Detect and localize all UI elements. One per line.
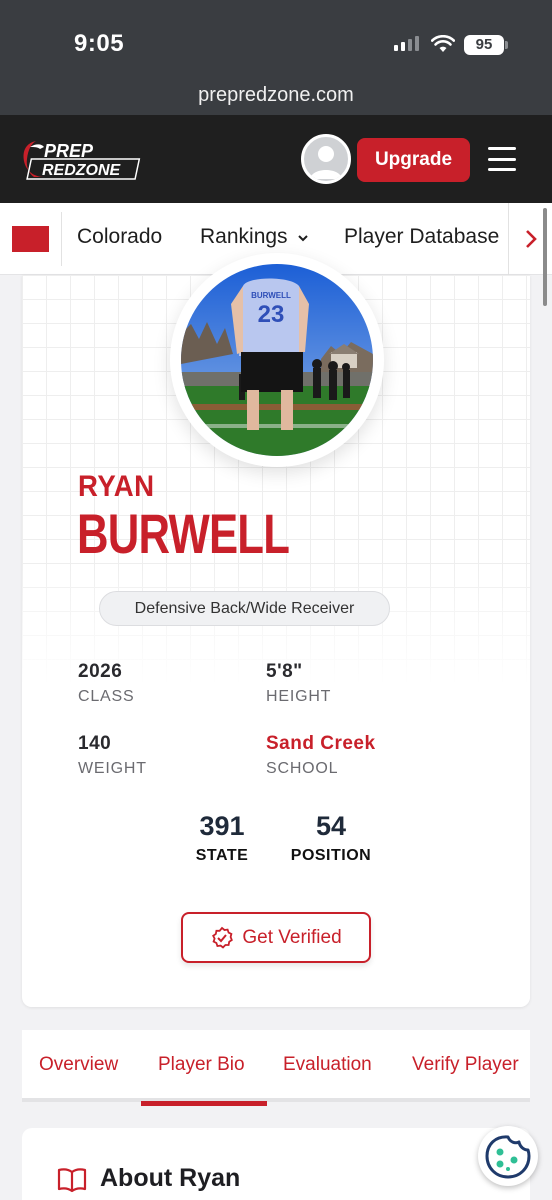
- svg-text:REDZONE: REDZONE: [42, 162, 122, 179]
- stat-height-value: 5'8": [266, 661, 303, 682]
- player-photo: BURWELL 23: [181, 264, 373, 456]
- chevron-right-icon: [525, 230, 537, 248]
- get-verified-button[interactable]: Get Verified: [181, 912, 371, 963]
- nav-item-label: Rankings: [200, 225, 288, 248]
- position-rank-label: POSITION: [290, 847, 372, 864]
- stat-weight-label: WEIGHT: [78, 760, 147, 777]
- tab-verify-player[interactable]: Verify Player: [412, 1054, 519, 1076]
- cookie-icon: [485, 1135, 531, 1179]
- hamburger-menu-icon[interactable]: [488, 147, 516, 171]
- player-last-name: BURWELL: [77, 502, 290, 565]
- tab-overview[interactable]: Overview: [39, 1054, 118, 1076]
- stat-class-label: CLASS: [78, 688, 135, 705]
- stat-height-label: HEIGHT: [266, 688, 332, 705]
- get-verified-label: Get Verified: [242, 926, 342, 948]
- prep-redzone-logo[interactable]: PREP REDZONE: [22, 137, 146, 181]
- book-icon: [57, 1168, 87, 1193]
- clock: 9:05: [74, 30, 125, 57]
- status-bar: 9:05 95 prepredzone.com: [0, 0, 552, 115]
- user-silhouette-icon: [310, 146, 342, 179]
- player-first-name: RYAN: [78, 470, 155, 503]
- position-badge: Defensive Back/Wide Receiver: [99, 591, 390, 626]
- stat-class-value: 2026: [78, 661, 123, 682]
- chevron-down-icon: [298, 235, 309, 242]
- upgrade-button[interactable]: Upgrade: [357, 138, 470, 182]
- position-rank-value: 54: [315, 811, 347, 841]
- svg-text:PREP: PREP: [44, 141, 94, 161]
- divider: [61, 212, 62, 266]
- svg-text:23: 23: [258, 301, 285, 328]
- nav-item-colorado[interactable]: Colorado: [77, 225, 162, 249]
- verified-badge-icon: [212, 926, 234, 949]
- address-bar[interactable]: prepredzone.com: [0, 84, 552, 107]
- wifi-icon: [431, 35, 455, 52]
- user-avatar[interactable]: [301, 134, 351, 184]
- state-rank-label: STATE: [195, 847, 249, 864]
- cookie-settings-button[interactable]: [478, 1126, 538, 1186]
- tab-evaluation[interactable]: Evaluation: [283, 1054, 372, 1076]
- school-link[interactable]: Sand Creek: [266, 733, 376, 755]
- active-tab-indicator: [141, 1101, 267, 1106]
- stat-school-label: SCHOOL: [266, 760, 339, 777]
- nav-item-player-database[interactable]: Player Database: [344, 225, 499, 249]
- colorado-flag-icon[interactable]: [12, 226, 49, 252]
- about-heading: About Ryan: [100, 1164, 241, 1192]
- stat-weight-value: 140: [78, 733, 112, 754]
- cellular-signal-icon: [394, 36, 419, 51]
- page-scrollbar[interactable]: [543, 208, 547, 306]
- about-section: [22, 1128, 530, 1200]
- tab-player-bio[interactable]: Player Bio: [158, 1054, 245, 1076]
- svg-text:BURWELL: BURWELL: [251, 291, 291, 300]
- state-rank-value: 391: [199, 811, 245, 841]
- battery-icon: 95: [464, 35, 508, 55]
- nav-item-rankings[interactable]: Rankings: [200, 225, 309, 249]
